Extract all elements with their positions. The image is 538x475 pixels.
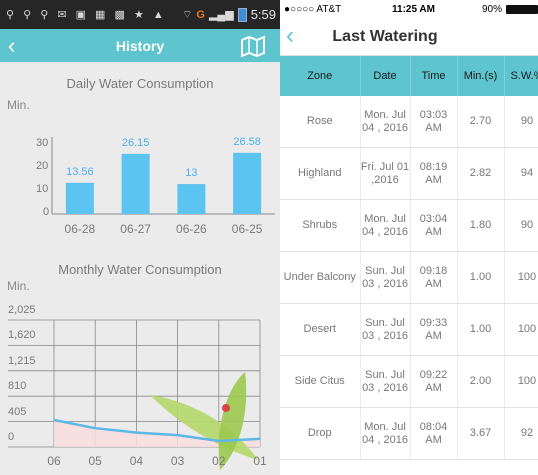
- minutes-cell: 1.00: [457, 303, 505, 356]
- table-row[interactable]: Side Citus Sun. Jul 03 , 2016 09:22 AM 2…: [280, 355, 538, 408]
- date-cell: Sun. Jul 03 , 2016: [360, 251, 411, 304]
- monthly-x-tick-label: 02: [212, 454, 226, 468]
- monthly-x-tick-label: 05: [88, 454, 102, 468]
- ios-last-watering-screen: ●○○○○ AT&T 11:25 AM 90% ‹ Last Watering …: [280, 0, 538, 475]
- time-cell: 03:03 AM: [410, 96, 458, 148]
- col-header-zone: Zone: [280, 56, 361, 96]
- zone-cell: Highland: [280, 147, 361, 200]
- col-header-minutes: Min.(s): [457, 56, 505, 96]
- sw-percent-cell: 92: [504, 407, 538, 460]
- monthly-y-tick-label: 1,620: [8, 329, 36, 342]
- table-header-row: Zone Date Time Min.(s) S.W.%: [280, 56, 538, 96]
- zone-cell: Drop: [280, 407, 361, 460]
- ios-status-time: 11:25 AM: [392, 4, 435, 15]
- daily-y-tick-label: 30: [36, 137, 49, 149]
- battery-percent: 90%: [481, 4, 502, 15]
- leaf-berry: [222, 404, 230, 412]
- col-header-time: Time: [410, 56, 458, 96]
- time-cell: 08:04 AM: [410, 407, 458, 460]
- minutes-cell: 2.70: [457, 96, 505, 148]
- daily-bar-value-label: 13.56: [66, 165, 94, 178]
- monthly-y-tick-label: 810: [8, 380, 27, 393]
- monthly-y-tick-label: 2,025: [8, 304, 36, 316]
- sw-percent-cell: 100: [504, 303, 538, 356]
- zone-cell: Desert: [280, 303, 361, 356]
- time-cell: 09:22 AM: [410, 355, 458, 408]
- daily-bar-value-label: 26.58: [233, 135, 261, 148]
- sw-percent-cell: 100: [504, 355, 538, 408]
- monthly-line-chart: [8, 319, 261, 470]
- time-cell: 08:19 AM: [410, 147, 458, 200]
- monthly-y-tick-label: 0: [8, 431, 15, 443]
- date-cell: Fri. Jul 01 ,2016: [360, 147, 411, 200]
- col-header-sw-percent: S.W.%: [504, 56, 538, 96]
- zone-cell: Under Balcony: [280, 251, 361, 304]
- sw-percent-cell: 90: [504, 199, 538, 252]
- minutes-cell: 3.67: [457, 407, 505, 460]
- zone-cell: Shrubs: [280, 199, 361, 252]
- zone-cell: Rose: [280, 96, 361, 148]
- monthly-x-tick-label: 06: [47, 454, 61, 468]
- date-cell: Sun. Jul 03 , 2016: [360, 355, 411, 408]
- zone-cell: Side Citus: [280, 355, 361, 408]
- monthly-y-tick-label: 1,215: [8, 354, 36, 367]
- minutes-cell: 1.00: [457, 251, 505, 304]
- android-history-screen: ⚲ ⚲ ⚲ ✉ ▣ ▦ ▩ ★ ▲ ⌔ G ▂▄▆ 5:59 ‹ History…: [0, 0, 280, 475]
- ios-nav-bar: ‹ Last Watering: [280, 19, 538, 56]
- table-row[interactable]: Highland Fri. Jul 01 ,2016 08:19 AM 2.82…: [280, 147, 538, 200]
- ios-status-bar: ●○○○○ AT&T 11:25 AM 90%: [280, 0, 538, 19]
- table-row[interactable]: Under Balcony Sun. Jul 03 , 2016 09:18 A…: [280, 251, 538, 304]
- daily-x-tick-label: 06-28: [64, 222, 96, 236]
- monthly-x-tick-label: 03: [170, 454, 185, 468]
- time-cell: 09:18 AM: [410, 251, 458, 304]
- daily-bar-value-label: 13: [185, 167, 198, 180]
- daily-x-tick-label: 06-26: [176, 222, 207, 236]
- date-cell: Sun. Jul 03 , 2016: [360, 303, 411, 356]
- sw-percent-cell: 90: [504, 96, 538, 148]
- monthly-x-tick-label: 04: [129, 454, 144, 468]
- carrier-label: ●○○○○ AT&T: [284, 4, 342, 15]
- time-cell: 09:33 AM: [410, 303, 458, 356]
- watering-table: Zone Date Time Min.(s) S.W.% Rose Mon. J…: [280, 56, 538, 460]
- col-header-date: Date: [360, 56, 411, 96]
- date-cell: Mon. Jul 04 , 2016: [360, 407, 411, 460]
- sw-percent-cell: 94: [504, 147, 538, 200]
- sw-percent-cell: 100: [504, 251, 538, 304]
- date-cell: Mon. Jul 04 , 2016: [360, 96, 411, 148]
- daily-x-tick-label: 06-25: [231, 222, 263, 236]
- daily-y-tick-label: 10: [36, 183, 49, 195]
- nav-title: Last Watering: [332, 28, 438, 45]
- minutes-cell: 2.82: [457, 147, 505, 200]
- date-cell: Mon. Jul 04 , 2016: [360, 199, 411, 252]
- daily-x-tick-label: 06-27: [120, 222, 151, 236]
- time-cell: 03:04 AM: [410, 199, 458, 252]
- table-row[interactable]: Shrubs Mon. Jul 04 , 2016 03:04 AM 1.80 …: [280, 199, 538, 252]
- daily-y-tick-label: 0: [43, 206, 50, 218]
- minutes-cell: 2.00: [457, 355, 505, 408]
- table-row[interactable]: Drop Mon. Jul 04 , 2016 08:04 AM 3.67 92: [280, 407, 538, 460]
- daily-y-tick-label: 20: [36, 160, 49, 172]
- daily-bar-value-label: 26.15: [121, 136, 150, 149]
- monthly-x-tick-label: 01: [253, 454, 267, 468]
- table-row[interactable]: Rose Mon. Jul 04 , 2016 03:03 AM 2.70 90: [280, 96, 538, 148]
- minutes-cell: 1.80: [457, 199, 505, 252]
- monthly-y-tick-label: 405: [8, 405, 27, 418]
- battery-icon: [506, 5, 538, 14]
- table-row[interactable]: Desert Sun. Jul 03 , 2016 09:33 AM 1.00 …: [280, 303, 538, 356]
